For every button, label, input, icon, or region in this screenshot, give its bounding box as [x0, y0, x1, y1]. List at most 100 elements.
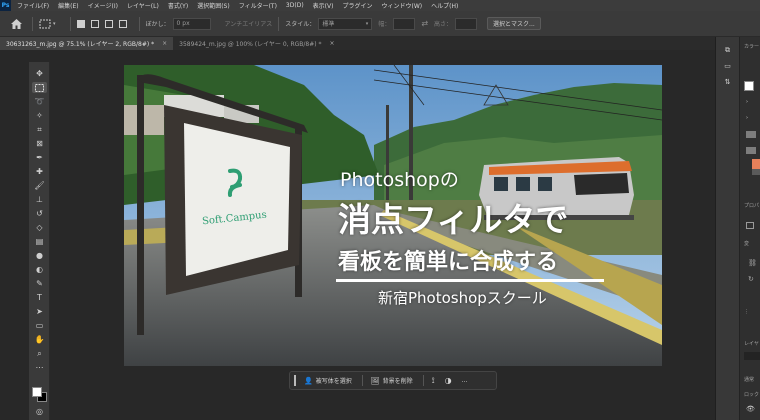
- tab-label: 3589424_m.jpg @ 100% (レイヤー 0, RGB/8#) *: [179, 41, 322, 48]
- accent-swatch[interactable]: [752, 159, 760, 169]
- divider: [32, 16, 33, 31]
- select-subject-button[interactable]: 👤 被写体を選択: [304, 376, 352, 386]
- layers-panel-label: レイヤ: [744, 341, 759, 347]
- pixel-layer-icon: [746, 222, 754, 229]
- width-input[interactable]: [393, 17, 416, 30]
- height-input[interactable]: [455, 17, 478, 30]
- headline-line-2: 消点フィルタで: [338, 200, 569, 239]
- swatch-divider: [752, 169, 760, 175]
- gradient-tool-icon[interactable]: ▤: [32, 236, 47, 247]
- photoshop-logo: Ps: [0, 0, 11, 11]
- eyedropper-icon[interactable]: ✒: [32, 152, 47, 163]
- image-icon: 🖼: [370, 376, 380, 385]
- menu-window[interactable]: ウィンドウ(W): [381, 1, 422, 10]
- panel-swatch-white[interactable]: [744, 81, 754, 91]
- history-brush-icon[interactable]: ↺: [32, 208, 47, 219]
- lasso-tool-icon[interactable]: ➰: [32, 96, 47, 107]
- eye-icon[interactable]: 👁: [746, 405, 755, 413]
- more-tools-icon[interactable]: ⋯: [32, 362, 47, 373]
- adjustments-panel-icon[interactable]: ⇅: [721, 77, 734, 87]
- path-selection-icon[interactable]: ➤: [32, 306, 47, 317]
- intersect-selection-icon[interactable]: [118, 19, 127, 28]
- remove-background-button[interactable]: 🖼 背景を削除: [370, 376, 413, 386]
- clone-stamp-icon[interactable]: ⊥: [32, 194, 47, 205]
- drag-handle[interactable]: [294, 375, 296, 386]
- menu-layer[interactable]: レイヤー(L): [127, 1, 159, 10]
- move-tool-icon[interactable]: ✥: [32, 68, 47, 79]
- marquee-tool-preset[interactable]: ▾: [39, 19, 56, 29]
- adjustment-icon[interactable]: ◑: [445, 376, 452, 385]
- folder-icon: [746, 131, 756, 138]
- swap-icon[interactable]: ⇄: [421, 19, 428, 28]
- frame-tool-icon[interactable]: ⊠: [32, 138, 47, 149]
- eraser-tool-icon[interactable]: ◇: [32, 222, 47, 233]
- magic-wand-icon[interactable]: ✧: [32, 110, 47, 121]
- tools-panel: ✥ ➰ ✧ ⌗ ⊠ ✒ ✚ 🖌 ⊥ ↺ ◇ ▤ ● ◐ ✎ T ➤ ▭ ✋ ⌕ …: [29, 62, 50, 420]
- zoom-tool-icon[interactable]: ⌕: [32, 348, 47, 359]
- foreground-color-swatch[interactable]: [32, 387, 42, 397]
- layer-filter-input[interactable]: [744, 352, 760, 360]
- width-label: 幅：: [378, 21, 391, 28]
- folder-icon: [746, 147, 756, 154]
- menu-view[interactable]: 表示(V): [313, 1, 334, 10]
- divider: [361, 375, 363, 386]
- menu-file[interactable]: ファイル(F): [17, 1, 49, 10]
- tab-document-2[interactable]: 3589424_m.jpg @ 100% (レイヤー 0, RGB/8#) * …: [173, 37, 340, 50]
- type-tool-icon[interactable]: T: [32, 292, 47, 303]
- headline-divider: [336, 279, 604, 282]
- menu-select[interactable]: 選択範囲(S): [197, 1, 230, 10]
- document-canvas[interactable]: Soft.Campus Photoshopの 消点フィルタで 看板を簡単に合成す…: [124, 65, 662, 366]
- close-icon[interactable]: ×: [162, 40, 167, 47]
- menu-bar: Ps ファイル(F) 編集(E) イメージ(I) レイヤー(L) 書式(Y) 選…: [0, 0, 760, 11]
- menu-help[interactable]: ヘルプ(H): [431, 1, 458, 10]
- lock-label: ロック: [744, 392, 760, 398]
- quick-mask-icon[interactable]: ◎: [32, 406, 47, 417]
- menu-plugins[interactable]: プラグイン: [342, 1, 372, 10]
- select-and-mask-button[interactable]: 選択とマスク...: [487, 17, 541, 30]
- more-options-button[interactable]: …: [462, 377, 468, 384]
- menu-filter[interactable]: フィルター(T): [239, 1, 277, 10]
- link-icon[interactable]: ⛓: [748, 259, 757, 267]
- options-bar: ▾ ぼかし： 0 px アンチエイリアス スタイル： 標準 ▾ 幅： ⇄ 高さ：…: [0, 11, 760, 37]
- align-section-label: ⋮: [744, 309, 749, 315]
- headline-line-1: Photoshopの: [340, 169, 459, 191]
- blend-mode-select[interactable]: 通常: [744, 376, 754, 383]
- home-button[interactable]: [6, 14, 26, 34]
- select-subject-label: 被写体を選択: [315, 378, 352, 385]
- feather-input[interactable]: 0 px: [172, 17, 211, 30]
- marquee-tool-icon[interactable]: [32, 82, 47, 93]
- history-panel-icon[interactable]: ⧉: [721, 45, 734, 55]
- style-value: 標準: [322, 21, 335, 28]
- chevron-down-icon: ▾: [53, 20, 56, 27]
- new-selection-icon[interactable]: [76, 19, 85, 28]
- document-tabs: 30631263_m.jpg @ 75.1% (レイヤー 2, RGB/8#) …: [0, 37, 715, 50]
- style-select[interactable]: 標準 ▾: [318, 17, 373, 30]
- color-panel-label: カラー: [744, 44, 760, 50]
- subtract-from-selection-icon[interactable]: [104, 19, 113, 28]
- blur-tool-icon[interactable]: ●: [32, 250, 47, 261]
- crop-tool-icon[interactable]: ⌗: [32, 124, 47, 135]
- healing-brush-icon[interactable]: ✚: [32, 166, 47, 177]
- tab-label: 30631263_m.jpg @ 75.1% (レイヤー 2, RGB/8#) …: [6, 41, 155, 48]
- tab-document-1[interactable]: 30631263_m.jpg @ 75.1% (レイヤー 2, RGB/8#) …: [0, 37, 174, 50]
- transform-icon[interactable]: ⟟: [432, 376, 435, 386]
- menu-image[interactable]: イメージ(I): [88, 1, 118, 10]
- hand-tool-icon[interactable]: ✋: [32, 334, 47, 345]
- brush-tool-icon[interactable]: 🖌: [32, 180, 47, 191]
- divider: [69, 16, 71, 31]
- menu-edit[interactable]: 編集(E): [58, 1, 78, 10]
- dodge-tool-icon[interactable]: ◐: [32, 264, 47, 275]
- right-panel-dock: ⧉ ▭ ⇅ カラー › › プロパ 変 ⛓ ↻ ⋮ レイヤ 通常 ロック 👁: [715, 37, 760, 420]
- menu-type[interactable]: 書式(Y): [168, 1, 188, 10]
- contextual-task-bar: 👤 被写体を選択 🖼 背景を削除 ⟟ ◑ …: [289, 371, 497, 390]
- shape-tool-icon[interactable]: ▭: [32, 320, 47, 331]
- close-icon[interactable]: ×: [330, 40, 335, 47]
- pen-tool-icon[interactable]: ✎: [32, 278, 47, 289]
- antialias-checkbox[interactable]: アンチエイリアス: [225, 19, 273, 28]
- comments-panel-icon[interactable]: ▭: [721, 61, 734, 71]
- menu-3d[interactable]: 3D(D): [286, 2, 304, 9]
- divider: [422, 375, 424, 386]
- panel-icon-column: ⧉ ▭ ⇅: [716, 37, 740, 420]
- add-to-selection-icon[interactable]: [90, 19, 99, 28]
- rotate-icon[interactable]: ↻: [748, 275, 754, 283]
